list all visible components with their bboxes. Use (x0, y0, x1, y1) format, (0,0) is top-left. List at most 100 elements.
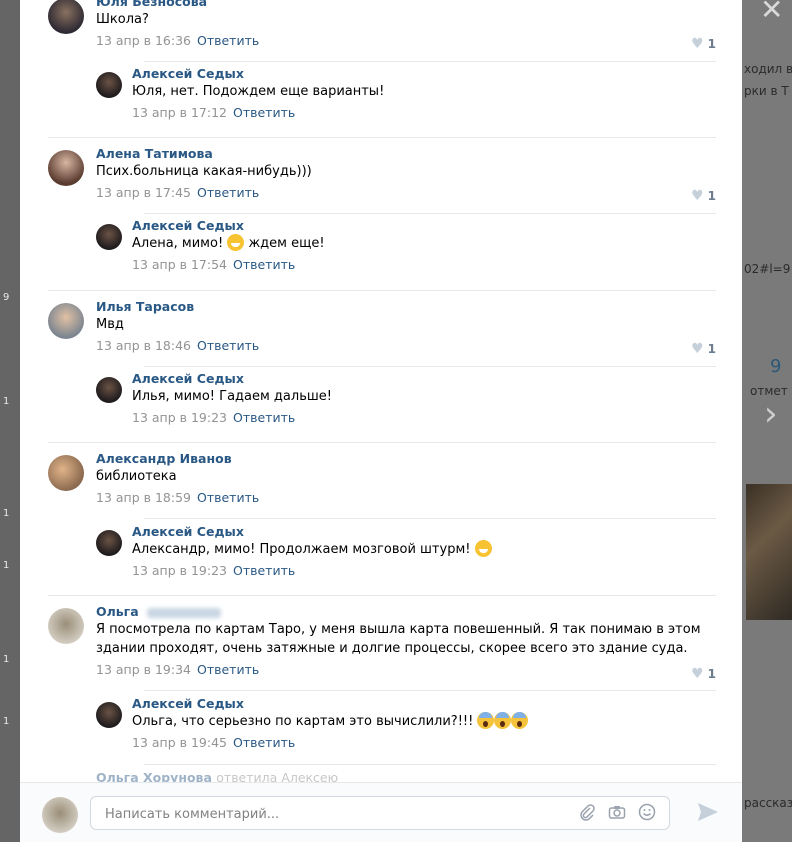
like-button[interactable]: ♥ 1 (691, 36, 716, 52)
send-icon[interactable] (696, 801, 722, 825)
like-count: 1 (707, 37, 716, 51)
comment-author[interactable]: Алексей Седых (132, 696, 716, 712)
comment-author[interactable]: Алексей Седых (132, 524, 716, 540)
comment: Ольга Я посмотрела по картам Таро, у мен… (48, 604, 716, 682)
reply-link[interactable]: Ответить (197, 490, 259, 505)
reply-link[interactable]: Ответить (233, 257, 295, 272)
avatar[interactable] (96, 72, 122, 98)
divider (144, 61, 716, 62)
comment-text: Алена, мимо! ждем еще! (132, 234, 325, 251)
comment-reply: Алексей Седых Ольга, что серьезно по кар… (96, 696, 716, 752)
avatar (42, 797, 78, 833)
comment-date[interactable]: 13 апр в 19:45 (132, 735, 227, 750)
comment-input[interactable] (103, 797, 567, 831)
grin-emoji-icon (227, 234, 245, 251)
bg-count: 1 (3, 716, 10, 727)
comment-text: Мвд (96, 317, 124, 332)
reply-link[interactable]: Ответить (197, 33, 259, 48)
comment: Александр Иванов библиотека 13 апр в 18:… (48, 451, 716, 507)
background-photo (746, 484, 792, 620)
comment-text: библиотека (96, 469, 177, 484)
blurred-surname (146, 607, 221, 618)
grin-emoji-icon (474, 540, 492, 557)
avatar[interactable] (48, 0, 84, 34)
reply-link[interactable]: Ответить (233, 105, 295, 120)
comment-date[interactable]: 13 апр в 19:23 (132, 563, 227, 578)
comment-reply: Алексей Седых Александр, мимо! Продолжае… (96, 524, 716, 580)
comment-date[interactable]: 13 апр в 16:36 (96, 33, 191, 48)
comment-author[interactable]: Ольга Хорунова (96, 770, 212, 782)
heart-icon: ♥ (691, 188, 704, 204)
heart-icon: ♥ (691, 666, 704, 682)
comment-date[interactable]: 13 апр в 18:59 (96, 490, 191, 505)
scream-emoji-icon (494, 712, 512, 729)
comment-date[interactable]: 13 апр в 18:46 (96, 338, 191, 353)
comment-text: Школа? (96, 12, 149, 27)
bg-text: ходил в (744, 62, 792, 76)
like-count: 1 (707, 342, 716, 356)
heart-icon: ♥ (691, 36, 704, 52)
comment-author[interactable]: Александр Иванов (96, 451, 716, 467)
comment-author[interactable]: Алена Татимова (96, 146, 716, 162)
close-icon[interactable]: ✕ (760, 0, 783, 24)
comment-author[interactable]: Илья Тарасов (96, 299, 716, 315)
comment-text: Я посмотрела по картам Таро, у меня вышл… (96, 622, 701, 656)
comment-author[interactable]: Алексей Седых (132, 66, 716, 82)
comment-text: Юля, нет. Подождем еще варианты! (132, 84, 385, 99)
reply-link[interactable]: Ответить (233, 735, 295, 750)
comment-input-box[interactable] (90, 796, 670, 831)
comment-reply: Алексей Седых Юля, нет. Подождем еще вар… (96, 66, 716, 122)
like-button[interactable]: ♥ 1 (691, 188, 716, 204)
reply-link[interactable]: Ответить (233, 563, 295, 578)
reply-link[interactable]: Ответить (197, 662, 259, 677)
comments-modal: Юля Безносова Школа? 13 апр в 16:36 Ответ… (20, 0, 742, 842)
like-count: 1 (707, 189, 716, 203)
avatar[interactable] (48, 455, 84, 491)
comment-date[interactable]: 13 апр в 17:54 (132, 257, 227, 272)
avatar[interactable] (96, 702, 122, 728)
comment-author[interactable]: Алексей Седых (132, 218, 716, 234)
comment-text: Илья, мимо! Гадаем дальше! (132, 389, 332, 404)
bg-count: 1 (3, 508, 10, 519)
avatar[interactable] (96, 377, 122, 403)
comment-date[interactable]: 13 апр в 19:23 (132, 410, 227, 425)
bg-count: 1 (3, 654, 10, 665)
comment-author[interactable]: Алексей Седых (132, 371, 716, 387)
smile-icon[interactable] (637, 803, 657, 823)
avatar[interactable] (48, 150, 84, 186)
bg-text: рки в Т (744, 84, 789, 98)
comment-text: Псих.больница какая-нибудь))) (96, 164, 312, 179)
divider (144, 690, 716, 691)
reply-link[interactable]: Ответить (197, 185, 259, 200)
like-button[interactable]: ♥ 1 (691, 341, 716, 357)
avatar[interactable] (96, 530, 122, 556)
divider (48, 595, 716, 596)
bg-count: 1 (3, 396, 10, 407)
comment-date[interactable]: 13 апр в 17:12 (132, 105, 227, 120)
comment-date[interactable]: 13 апр в 17:45 (96, 185, 191, 200)
comment-text: Ольга, что серьезно по картам это вычисл… (132, 712, 716, 731)
camera-icon[interactable] (607, 803, 627, 823)
bg-count: 9 (3, 292, 10, 303)
reply-link[interactable]: Ответить (197, 338, 259, 353)
comment: Илья Тарасов Мвд 13 апр в 18:46 Ответить … (48, 299, 716, 357)
bg-text: 02#l=9 (744, 262, 791, 276)
comment-reply: Алексей Седых Алена, мимо! ждем еще! 13 … (96, 218, 716, 274)
reply-link[interactable]: Ответить (233, 410, 295, 425)
avatar[interactable] (48, 303, 84, 339)
divider (144, 764, 716, 765)
bg-count: 1 (3, 560, 10, 571)
divider (144, 213, 716, 214)
divider (144, 366, 716, 367)
comment: Алена Татимова Псих.больница какая-нибуд… (48, 146, 716, 204)
next-arrow-icon[interactable]: › (764, 394, 778, 434)
avatar[interactable] (96, 224, 122, 250)
avatar[interactable] (48, 608, 84, 644)
like-button[interactable]: ♥ 1 (691, 666, 716, 682)
comment-thread: Юля Безносова Школа? 13 апр в 16:36 Ответ… (20, 0, 742, 782)
paperclip-icon[interactable] (577, 803, 597, 823)
comment-author[interactable]: Юля Безносова (96, 0, 716, 10)
divider (48, 137, 716, 138)
comment-author[interactable]: Ольга (96, 604, 716, 620)
comment-date[interactable]: 13 апр в 19:34 (96, 662, 191, 677)
